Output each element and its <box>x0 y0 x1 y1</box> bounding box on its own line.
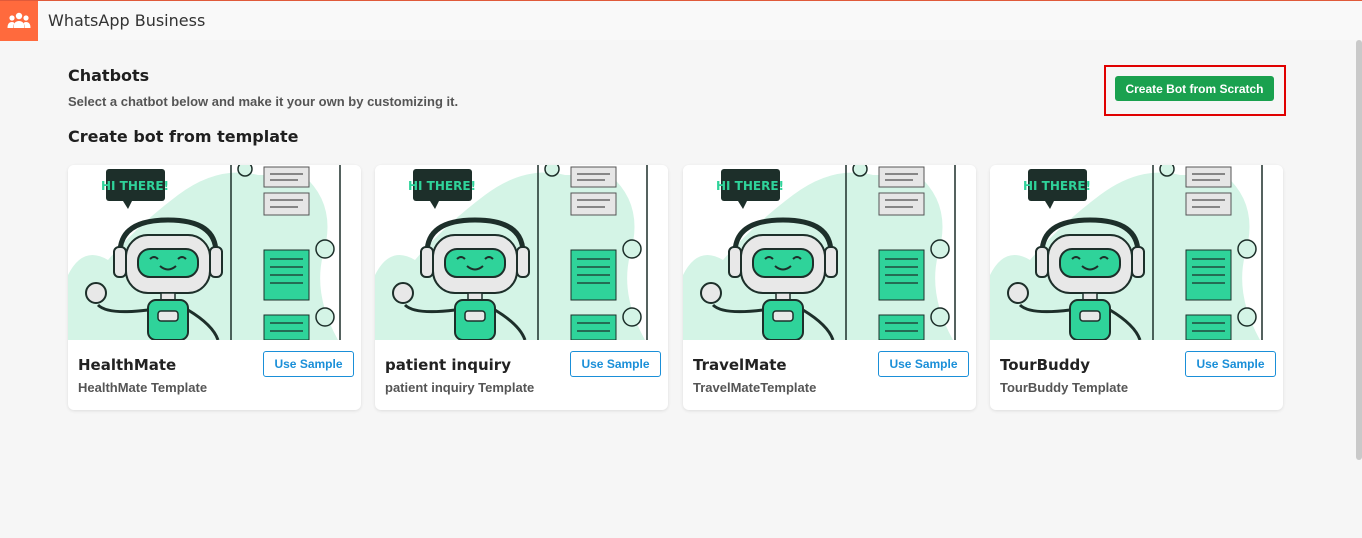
template-card[interactable]: HI THERE! HealthMate HealthMate Template… <box>68 165 361 410</box>
template-card[interactable]: HI THERE! TourBuddy TourBuddy Template U… <box>990 165 1283 410</box>
use-sample-button[interactable]: Use Sample <box>1185 351 1276 377</box>
page-subtitle: Select a chatbot below and make it your … <box>68 94 459 109</box>
template-name: HealthMate <box>78 356 177 374</box>
page-scrollbar[interactable] <box>1356 40 1362 460</box>
template-name: TourBuddy <box>1000 356 1090 374</box>
top-bar: WhatsApp Business <box>0 0 1362 41</box>
template-name: TravelMate <box>693 356 787 374</box>
speech-bubble-text: HI THERE! <box>408 179 476 193</box>
speech-bubble-text: HI THERE! <box>101 179 169 193</box>
template-name: patient inquiry <box>385 356 511 374</box>
robot-illustration: HI THERE! <box>990 165 1283 341</box>
template-card[interactable]: HI THERE! patient inquiry patient inquir… <box>375 165 668 410</box>
template-description: HealthMate Template <box>78 380 208 395</box>
robot-illustration: HI THERE! <box>683 165 976 341</box>
template-card[interactable]: HI THERE! TravelMate TravelMateTemplate … <box>683 165 976 410</box>
template-description: TourBuddy Template <box>1000 380 1129 395</box>
page-title: Chatbots <box>68 66 150 85</box>
use-sample-button[interactable]: Use Sample <box>878 351 969 377</box>
use-sample-button[interactable]: Use Sample <box>570 351 661 377</box>
template-description: TravelMateTemplate <box>693 380 817 395</box>
template-description: patient inquiry Template <box>385 380 535 395</box>
robot-illustration: HI THERE! <box>375 165 668 341</box>
use-sample-button[interactable]: Use Sample <box>263 351 354 377</box>
create-bot-from-scratch-button[interactable]: Create Bot from Scratch <box>1115 76 1274 101</box>
users-group-icon[interactable] <box>0 1 38 41</box>
app-title: WhatsApp Business <box>48 11 206 30</box>
section-title: Create bot from template <box>68 127 299 146</box>
speech-bubble-text: HI THERE! <box>716 179 784 193</box>
speech-bubble-text: HI THERE! <box>1023 179 1091 193</box>
robot-illustration: HI THERE! <box>68 165 361 341</box>
